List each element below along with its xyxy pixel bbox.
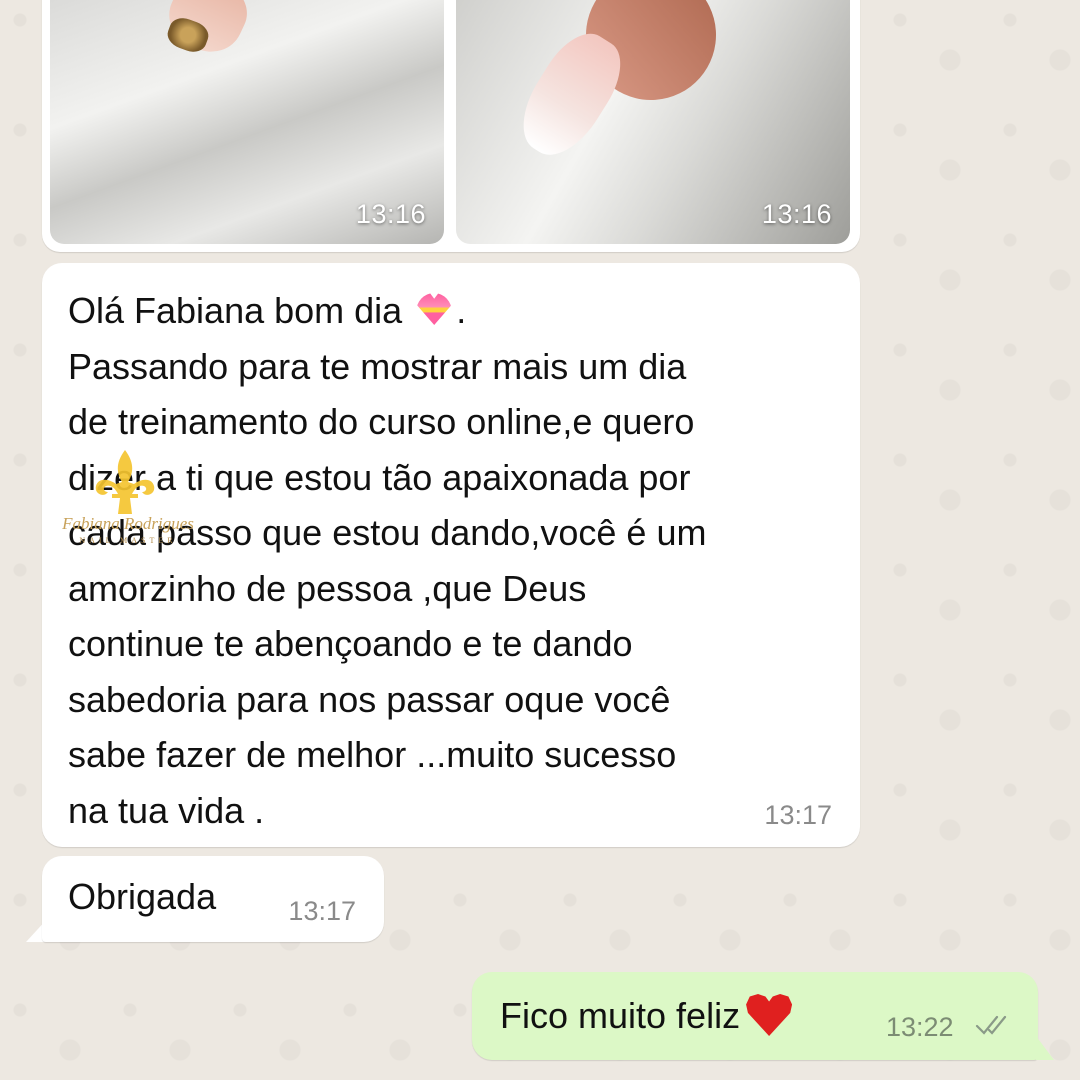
- message-text-part: Fico muito feliz: [500, 995, 741, 1036]
- message-text-part: . Passando para te mostrar mais um dia d…: [68, 290, 707, 831]
- double-check-icon: [975, 1015, 1007, 1035]
- photo-timestamp: 13:16: [355, 199, 426, 229]
- photo-nail-1[interactable]: 13:16: [50, 0, 444, 244]
- message-text: Olá Fabiana bom dia . Passando para te m…: [68, 283, 834, 838]
- message-text: Fico muito feliz: [500, 994, 793, 1037]
- image-message[interactable]: 13:16 13:16: [42, 0, 860, 252]
- message-text: Obrigada: [68, 876, 217, 917]
- heart-with-ribbon-icon: [412, 289, 456, 329]
- photo-nail-2[interactable]: 13:16: [456, 0, 850, 244]
- message-timestamp: 13:22: [886, 1012, 954, 1042]
- message-timestamp: 13:17: [288, 896, 356, 926]
- photo-timestamp: 13:16: [761, 199, 832, 229]
- red-heart-icon: [746, 994, 793, 1036]
- bubble-tail: [1036, 1036, 1054, 1060]
- incoming-message[interactable]: Obrigada 13:17: [42, 856, 384, 942]
- incoming-message[interactable]: Olá Fabiana bom dia . Passando para te m…: [42, 263, 860, 847]
- outgoing-message[interactable]: Fico muito feliz 13:22: [472, 972, 1038, 1060]
- message-timestamp: 13:17: [764, 800, 832, 830]
- message-text-part: Olá Fabiana bom dia: [68, 290, 413, 331]
